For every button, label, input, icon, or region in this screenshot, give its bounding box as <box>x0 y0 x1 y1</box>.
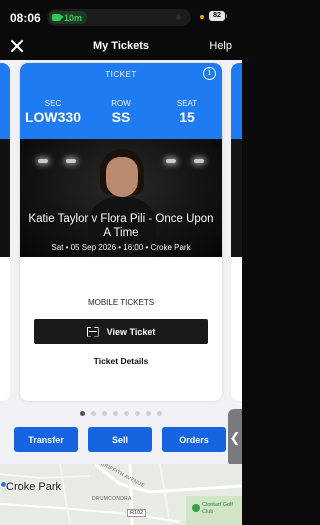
peek-body <box>231 257 242 401</box>
peek-header <box>231 63 242 139</box>
peek-body <box>0 257 10 401</box>
pagination-dot[interactable] <box>157 411 162 416</box>
map-area-label: DRUMCONDRA <box>92 496 132 502</box>
pagination-dots[interactable] <box>0 411 242 416</box>
event-title: Katie Taylor v Flora Pili - Once Upon A … <box>28 213 214 239</box>
pagination-dot[interactable] <box>146 411 151 416</box>
page-title: My Tickets <box>92 40 150 52</box>
athlete-face <box>106 157 138 197</box>
sec-column: SEC LOW330 <box>24 99 82 125</box>
peek-image <box>0 139 10 257</box>
facetime-call-indicator[interactable]: 10m <box>49 11 87 24</box>
light <box>66 159 76 163</box>
pagination-dot[interactable] <box>91 411 96 416</box>
pagination-dot[interactable] <box>135 411 140 416</box>
map-venue-label: Croke Park <box>6 481 62 493</box>
nav-bar: My Tickets Help <box>0 34 242 60</box>
barcode-scan-icon <box>87 327 99 337</box>
seat-label: SEAT <box>176 99 198 108</box>
row-label: ROW <box>111 99 131 108</box>
seat-column: SEAT 15 <box>158 99 216 125</box>
map-poi-label: Clontarf Golf Club <box>202 502 233 515</box>
event-image: Katie Taylor v Flora Pili - Once Upon A … <box>20 139 222 257</box>
venue-map[interactable]: Croke Park GRIFFITH AVENUE DRUMCONDRA R1… <box>0 464 242 525</box>
battery-indicator: 82 <box>209 11 227 21</box>
front-camera-dot <box>176 15 181 20</box>
pagination-dot[interactable] <box>124 411 129 416</box>
mic-indicator-icon <box>200 15 204 19</box>
golf-pin-icon <box>192 504 200 512</box>
pagination-dot[interactable] <box>102 411 107 416</box>
ticket-label: TICKET <box>105 70 137 79</box>
row-value: SS <box>111 109 131 125</box>
peek-header <box>0 63 10 139</box>
road-number-badge: R102 <box>127 509 147 517</box>
sell-button[interactable]: Sell <box>88 427 152 452</box>
light <box>194 159 204 163</box>
pagination-dot[interactable] <box>80 411 85 416</box>
pagination-dot[interactable] <box>113 411 118 416</box>
sec-label: SEC <box>44 99 62 108</box>
view-ticket-label: View Ticket <box>106 326 156 337</box>
status-bar: 08:06 10m 82 <box>0 0 242 34</box>
action-bar: Transfer Sell Orders <box>14 427 226 452</box>
transfer-button[interactable]: Transfer <box>14 427 78 452</box>
mobile-tickets-label: MOBILE TICKETS <box>87 298 155 307</box>
side-drawer-handle[interactable]: ❮ <box>228 409 242 467</box>
light <box>38 159 48 163</box>
ticket-card[interactable]: TICKET i SEC LOW330 ROW SS SEAT 15 Katie… <box>20 63 222 401</box>
dynamic-island[interactable]: 10m <box>47 9 191 26</box>
view-ticket-button[interactable]: View Ticket <box>34 319 208 344</box>
ticket-details-link[interactable]: Ticket Details <box>20 356 222 366</box>
row-column: ROW SS <box>92 99 150 125</box>
video-camera-icon <box>52 14 64 21</box>
next-ticket-peek[interactable]: K <box>231 63 242 401</box>
info-icon[interactable]: i <box>203 67 216 80</box>
help-link[interactable]: Help <box>209 40 232 52</box>
ticket-header: TICKET i SEC LOW330 ROW SS SEAT 15 <box>20 63 222 139</box>
athlete-photo <box>88 149 156 257</box>
peek-image: K <box>231 139 242 301</box>
call-duration: 10m <box>64 12 83 23</box>
previous-ticket-peek[interactable] <box>0 63 14 401</box>
light <box>166 159 176 163</box>
orders-button[interactable]: Orders <box>162 427 226 452</box>
seat-value: 15 <box>179 109 195 125</box>
status-time: 08:06 <box>10 11 41 25</box>
content-area: TICKET i SEC LOW330 ROW SS SEAT 15 Katie… <box>0 60 242 525</box>
sec-value: LOW330 <box>24 109 81 125</box>
event-subtitle: Sat • 05 Sep 2026 • 16:00 • Croke Park <box>51 243 191 252</box>
